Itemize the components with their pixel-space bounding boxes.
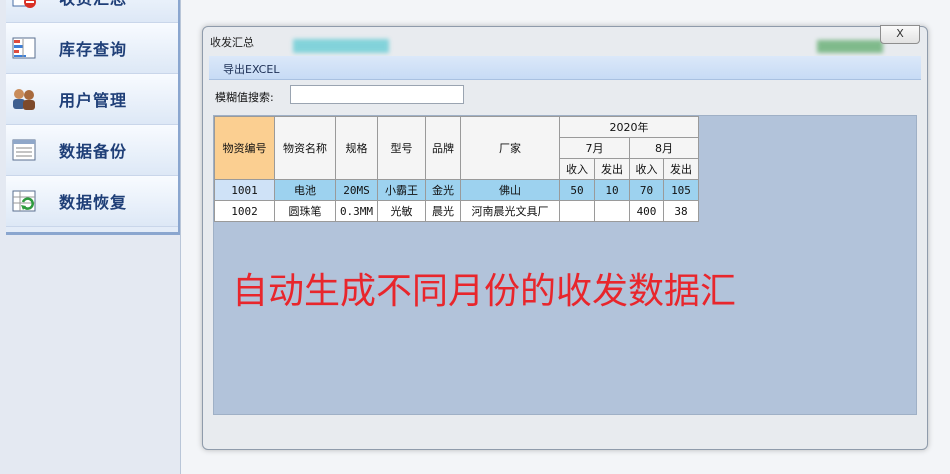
sidebar-item-backup[interactable]: 数据备份 [6,125,178,176]
month-header: 7月 [559,137,630,159]
table-cell[interactable]: 圆珠笔 [274,200,336,222]
column-header[interactable]: 物资编号 [214,116,275,180]
month-header: 8月 [629,137,699,159]
table-cell[interactable]: 50 [559,179,595,201]
table-cell[interactable]: 20MS [335,179,378,201]
column-header[interactable]: 型号 [377,116,426,180]
column-header[interactable]: 收入 [629,158,664,180]
table-cell[interactable]: 1001 [214,179,275,201]
column-header[interactable]: 收入 [559,158,595,180]
table-cell[interactable]: 400 [629,200,664,222]
table-cell[interactable]: 10 [594,179,630,201]
column-header[interactable]: 物资名称 [274,116,336,180]
document-list-icon [12,139,36,161]
dialog-titlebar[interactable]: 收发汇总 X [203,25,927,53]
status-bar [213,417,915,443]
column-header[interactable]: 厂家 [460,116,560,180]
dialog-title: 收发汇总 [210,36,254,49]
column-header[interactable]: 发出 [663,158,699,180]
sidebar: 收货汇总 库存查询 用户管理 数据备份 [0,0,181,474]
users-icon [13,89,35,110]
sidebar-item-label: 数据备份 [59,142,128,161]
summary-dialog: 收发汇总 X 导出EXCEL 模糊值搜索: 物资编号 物资名称 规格 型号 品牌… [202,25,928,450]
search-label: 模糊值搜索: [215,91,274,104]
table-cell[interactable]: 0.3MM [335,200,378,222]
table-cell[interactable]: 光敏 [377,200,426,222]
column-header[interactable]: 发出 [594,158,630,180]
table-cell[interactable]: 金光 [425,179,461,201]
spreadsheet-refresh-icon [12,190,36,212]
table-cell[interactable]: 小霸王 [377,179,426,201]
export-excel-button[interactable]: 导出EXCEL [223,61,279,77]
table-cell[interactable]: 1002 [214,200,275,222]
table-cell[interactable]: 70 [629,179,664,201]
column-header[interactable]: 规格 [335,116,378,180]
data-grid-area: 物资编号 物资名称 规格 型号 品牌 厂家 2020年 7月 8月 收入 发出 … [213,115,917,415]
table-cell[interactable]: 河南晨光文具厂 [460,200,560,222]
table-row[interactable]: 1002 圆珠笔 0.3MM 光敏 晨光 河南晨光文具厂 400 38 [214,200,699,222]
table-cell[interactable]: 38 [663,200,699,222]
toolbar: 导出EXCEL [209,56,921,80]
sidebar-item-label: 收货汇总 [59,0,127,9]
search-input[interactable] [290,85,464,104]
annotation-text: 自动生成不同月份的收发数据汇 [232,271,737,312]
data-grid: 物资编号 物资名称 规格 型号 品牌 厂家 2020年 7月 8月 收入 发出 … [214,116,699,222]
sidebar-nav: 收货汇总 库存查询 用户管理 数据备份 [6,0,180,235]
year-header: 2020年 [559,116,699,138]
background-blur-shape [293,39,389,53]
background-blur-shape [817,40,883,53]
close-button[interactable]: X [880,25,920,44]
table-cell[interactable]: 佛山 [460,179,560,201]
table-cell[interactable] [559,200,595,222]
sidebar-item-label: 库存查询 [59,40,128,59]
sidebar-item-users[interactable]: 用户管理 [6,74,178,125]
column-header[interactable]: 品牌 [425,116,461,180]
table-row[interactable]: 1001 电池 20MS 小霸王 金光 佛山 50 10 70 105 [214,179,699,201]
inventory-chart-icon [12,37,36,59]
table-cell[interactable] [594,200,630,222]
sidebar-item-inventory[interactable]: 库存查询 [6,23,178,74]
sidebar-item-receive-summary[interactable]: 收货汇总 [6,0,178,23]
minus-badge-icon [12,0,36,8]
sidebar-item-label: 用户管理 [59,91,128,110]
table-cell[interactable]: 晨光 [425,200,461,222]
table-cell[interactable]: 电池 [274,179,336,201]
table-cell[interactable]: 105 [663,179,699,201]
sidebar-item-label: 数据恢复 [59,193,128,212]
sidebar-item-restore[interactable]: 数据恢复 [6,176,178,227]
